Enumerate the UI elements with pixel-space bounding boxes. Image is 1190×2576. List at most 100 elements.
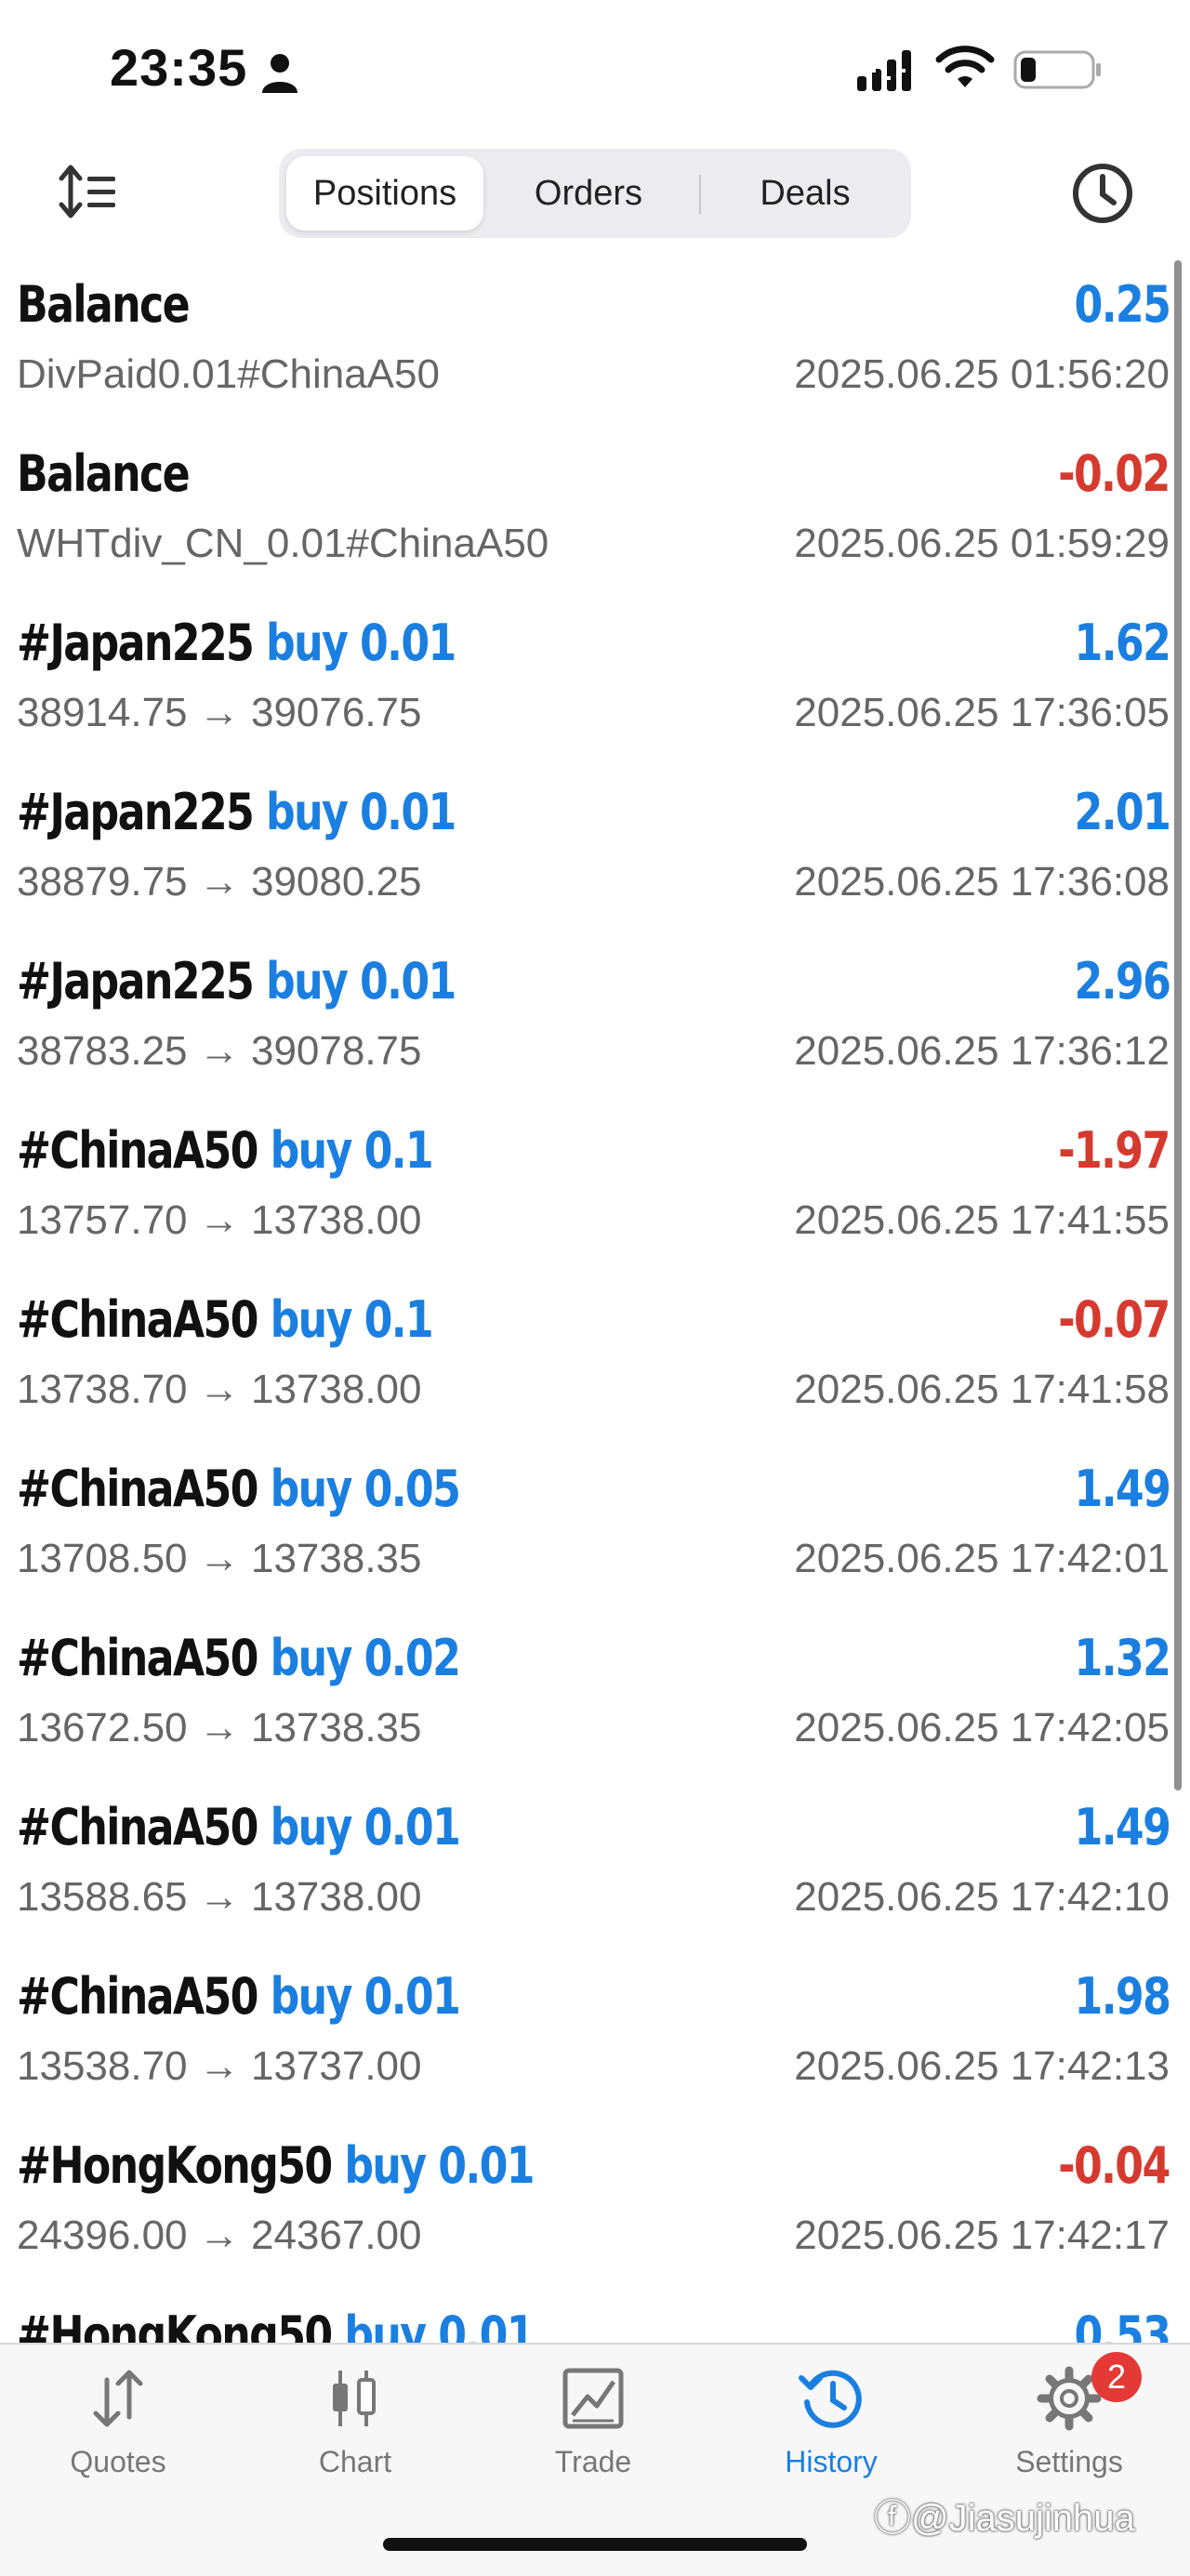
deal-detail: 13738.70 → 13738.00 xyxy=(17,1367,422,1412)
tab-history[interactable]: History xyxy=(738,2365,924,2504)
deal-detail: 24396.00 → 24367.00 xyxy=(17,2213,422,2258)
deal-title: #HongKong50 buy 0.01 xyxy=(17,2305,536,2343)
status-time: 23:35 xyxy=(110,38,248,97)
deal-row[interactable]: #ChinaA50 buy 0.1 -1.97 13757.70 → 13738… xyxy=(0,1101,1190,1270)
tab-chart[interactable]: Chart xyxy=(262,2365,448,2504)
deal-row[interactable]: #HongKong50 buy 0.01 -0.04 24396.00 → 24… xyxy=(0,2116,1190,2285)
deal-title: #ChinaA50 buy 0.1 xyxy=(17,1290,434,1349)
deal-row[interactable]: #Japan225 buy 0.01 1.62 38914.75 → 39076… xyxy=(0,593,1190,762)
deal-symbol: #ChinaA50 xyxy=(17,1121,258,1180)
tab-history-label: History xyxy=(785,2445,878,2478)
deal-profit: 1.62 xyxy=(1074,614,1170,672)
deal-time: 2025.06.25 01:59:29 xyxy=(794,521,1170,566)
deal-detail: 13757.70 → 13738.00 xyxy=(17,1197,422,1243)
deal-profit: 2.01 xyxy=(1074,783,1170,841)
deal-row[interactable]: #ChinaA50 buy 0.02 1.32 13672.50 → 13738… xyxy=(0,1608,1190,1777)
tab-settings-label: Settings xyxy=(1015,2445,1123,2478)
deal-time: 2025.06.25 17:41:55 xyxy=(794,1197,1170,1243)
signal-icon xyxy=(857,50,911,91)
chart-icon xyxy=(333,2371,376,2426)
deal-detail: 38914.75 → 39076.75 xyxy=(17,690,422,735)
deal-profit: -1.97 xyxy=(1058,1121,1171,1180)
deal-row[interactable]: #Japan225 buy 0.01 2.96 38783.25 → 39078… xyxy=(0,931,1190,1101)
deal-title: #ChinaA50 buy 0.01 xyxy=(17,1798,461,1856)
trade-icon xyxy=(562,2368,624,2429)
history-segmented-control: Positions Orders Deals xyxy=(279,149,911,238)
deal-row[interactable]: #Japan225 buy 0.01 2.01 38879.75 → 39080… xyxy=(0,762,1190,931)
deal-symbol: #ChinaA50 xyxy=(17,1629,258,1687)
deal-time: 2025.06.25 17:41:58 xyxy=(794,1367,1170,1412)
deal-title: #ChinaA50 buy 0.02 xyxy=(17,1629,461,1687)
deal-profit: -0.07 xyxy=(1058,1290,1171,1349)
history-toolbar: Positions Orders Deals xyxy=(0,139,1190,251)
deal-symbol: #ChinaA50 xyxy=(17,1460,258,1518)
deal-time: 2025.06.25 17:42:17 xyxy=(794,2213,1170,2258)
watermark: ⓕ@Jiasujinhua xyxy=(874,2498,1135,2539)
clock-icon[interactable] xyxy=(1071,162,1134,225)
deal-direction: buy 0.01 xyxy=(266,952,456,1011)
deal-title: Balance xyxy=(17,444,191,503)
deal-row[interactable]: #ChinaA50 buy 0.1 -0.07 13738.70 → 13738… xyxy=(0,1270,1190,1439)
deal-direction: buy 0.01 xyxy=(266,783,456,841)
deal-detail: 13588.65 → 13738.00 xyxy=(17,1874,422,1920)
deal-row[interactable]: #HongKong50 buy 0.01 0.53 xyxy=(0,2285,1190,2343)
deal-profit: 1.98 xyxy=(1074,1967,1170,2026)
deal-time: 2025.06.25 17:42:05 xyxy=(794,1705,1170,1750)
deal-symbol: #Japan225 xyxy=(17,614,255,672)
deal-detail: WHTdiv_CN_0.01#ChinaA50 xyxy=(17,521,549,566)
deal-time: 2025.06.25 17:36:12 xyxy=(794,1028,1170,1074)
wifi-icon xyxy=(935,46,995,87)
deal-direction: buy 0.01 xyxy=(270,1798,461,1856)
list-scrollbar[interactable] xyxy=(1174,260,1182,1790)
deal-profit: -0.02 xyxy=(1058,444,1171,503)
deal-row[interactable]: #ChinaA50 buy 0.05 1.49 13708.50 → 13738… xyxy=(0,1439,1190,1608)
tab-deals[interactable]: Deals xyxy=(707,156,904,231)
tab-trade[interactable]: Trade xyxy=(500,2365,686,2504)
deal-profit: 0.25 xyxy=(1074,275,1170,334)
deal-time: 2025.06.25 17:36:08 xyxy=(794,859,1170,905)
deal-time: 2025.06.25 17:42:01 xyxy=(794,1536,1170,1581)
deal-title: #Japan225 buy 0.01 xyxy=(17,783,456,841)
deal-title: #ChinaA50 buy 0.01 xyxy=(17,1967,461,2026)
deal-profit: 1.49 xyxy=(1074,1460,1170,1518)
tab-quotes[interactable]: Quotes xyxy=(25,2365,211,2504)
tab-orders[interactable]: Orders xyxy=(491,156,686,231)
tab-chart-label: Chart xyxy=(318,2445,392,2478)
deal-detail: DivPaid0.01#ChinaA50 xyxy=(17,351,440,397)
deal-time: 2025.06.25 17:42:10 xyxy=(794,1874,1170,1920)
deal-symbol: #ChinaA50 xyxy=(17,1798,258,1856)
deal-title: #ChinaA50 buy 0.1 xyxy=(17,1121,434,1180)
sort-icon[interactable] xyxy=(58,164,119,219)
home-indicator[interactable] xyxy=(383,2538,807,2551)
deal-row[interactable]: Balance 0.25 DivPaid0.01#ChinaA50 2025.0… xyxy=(0,255,1190,424)
tab-trade-label: Trade xyxy=(554,2445,632,2478)
deal-symbol: #HongKong50 xyxy=(17,2136,333,2195)
deal-symbol: #HongKong50 xyxy=(17,2305,333,2343)
deal-detail: 38879.75 → 39080.25 xyxy=(17,859,422,905)
deal-direction: buy 0.1 xyxy=(270,1121,434,1180)
deal-row[interactable]: #ChinaA50 buy 0.01 1.49 13588.65 → 13738… xyxy=(0,1777,1190,1947)
deal-symbol: #Japan225 xyxy=(17,783,255,841)
deal-symbol: #ChinaA50 xyxy=(17,1967,258,2026)
deal-detail: 13538.70 → 13737.00 xyxy=(17,2043,422,2089)
status-bar: 23:35 xyxy=(0,0,1190,139)
deal-profit: 2.96 xyxy=(1074,952,1170,1011)
tab-quotes-label: Quotes xyxy=(70,2445,166,2478)
deal-direction: buy 0.01 xyxy=(344,2305,535,2343)
deal-symbol: #Japan225 xyxy=(17,952,255,1011)
deal-title: #ChinaA50 buy 0.05 xyxy=(17,1460,461,1518)
history-icon xyxy=(799,2370,862,2428)
deal-direction: buy 0.05 xyxy=(270,1460,461,1518)
deal-profit: -0.04 xyxy=(1058,2136,1171,2195)
deal-list[interactable]: Balance 0.25 DivPaid0.01#ChinaA50 2025.0… xyxy=(0,255,1190,2343)
tab-positions[interactable]: Positions xyxy=(286,156,483,231)
deal-detail: 13708.50 → 13738.35 xyxy=(17,1536,422,1581)
deal-row[interactable]: #ChinaA50 buy 0.01 1.98 13538.70 → 13737… xyxy=(0,1947,1190,2116)
deal-direction: buy 0.01 xyxy=(266,614,456,672)
deal-direction: buy 0.02 xyxy=(270,1629,461,1687)
deal-profit: 1.32 xyxy=(1074,1629,1170,1687)
segment-divider xyxy=(699,175,701,214)
deal-title: #Japan225 buy 0.01 xyxy=(17,614,456,672)
deal-row[interactable]: Balance -0.02 WHTdiv_CN_0.01#ChinaA50 20… xyxy=(0,424,1190,593)
deal-time: 2025.06.25 17:42:13 xyxy=(794,2043,1170,2089)
